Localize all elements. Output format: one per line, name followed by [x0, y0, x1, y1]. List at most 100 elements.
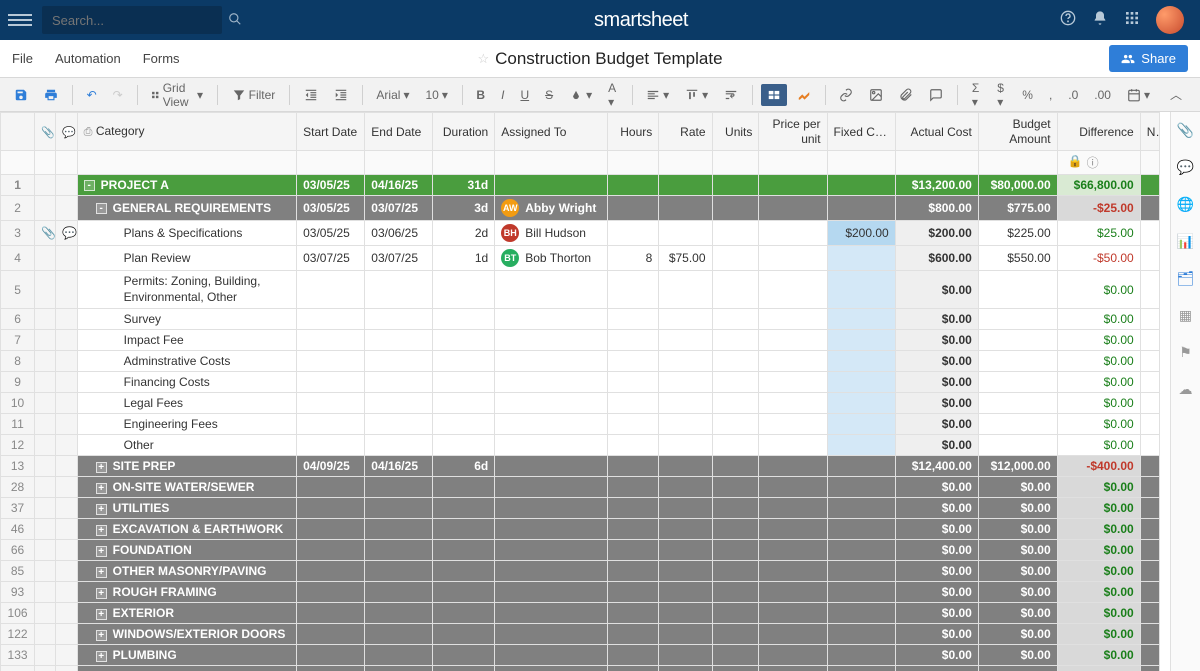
cell-rate[interactable] [659, 393, 712, 414]
help-icon[interactable] [1060, 10, 1076, 31]
cell-assigned[interactable] [495, 309, 608, 330]
cell-budget[interactable]: $0.00 [978, 477, 1057, 498]
cell-category[interactable]: +WINDOWS/EXTERIOR DOORS [77, 624, 296, 645]
cell-category[interactable]: -PROJECT A [77, 175, 296, 196]
cell-attach[interactable] [35, 435, 56, 456]
cell-rownum[interactable]: 122 [1, 624, 35, 645]
cell-assigned[interactable] [495, 561, 608, 582]
grid-row[interactable]: 122+WINDOWS/EXTERIOR DOORS$0.00$0.00$0.0… [1, 624, 1160, 645]
cell-diff[interactable]: $0.00 [1057, 351, 1140, 372]
cell-diff[interactable]: -$25.00 [1057, 196, 1140, 221]
apps-grid-icon[interactable] [1124, 10, 1140, 31]
cell-attach[interactable] [35, 540, 56, 561]
cell-category[interactable]: +UTILITIES [77, 498, 296, 519]
cell-duration[interactable] [433, 498, 495, 519]
cell-attach[interactable] [35, 372, 56, 393]
cell-rate[interactable] [659, 666, 712, 671]
cell-rownum[interactable]: 66 [1, 540, 35, 561]
grid-row[interactable]: 6Survey$0.00$0.00 [1, 309, 1160, 330]
panel-attach-icon[interactable]: 📎 [1177, 122, 1194, 139]
cell-attach[interactable] [35, 246, 56, 271]
cell-duration[interactable]: 1d [433, 246, 495, 271]
cell-start[interactable] [297, 666, 365, 671]
cell-assigned[interactable] [495, 271, 608, 309]
cell-units[interactable] [712, 351, 759, 372]
cell-attach[interactable] [35, 351, 56, 372]
cell-start[interactable]: 03/07/25 [297, 246, 365, 271]
thousands-icon[interactable]: , [1043, 84, 1058, 106]
cell-diff[interactable]: -$400.00 [1057, 456, 1140, 477]
cell-start[interactable]: 03/05/25 [297, 221, 365, 246]
cell-budget[interactable]: $0.00 [978, 603, 1057, 624]
cell-budget[interactable]: $80,000.00 [978, 175, 1057, 196]
cell-end[interactable] [365, 372, 433, 393]
cell-diff[interactable]: $0.00 [1057, 666, 1140, 671]
cell-comment[interactable] [56, 414, 77, 435]
cell-attach[interactable] [35, 624, 56, 645]
cell-budget[interactable]: $0.00 [978, 498, 1057, 519]
cell-assigned[interactable] [495, 624, 608, 645]
highlight-icon[interactable] [791, 84, 817, 106]
cell-assigned[interactable] [495, 330, 608, 351]
cell-actual[interactable]: $0.00 [895, 477, 978, 498]
cell-diff[interactable]: $66,800.00 [1057, 175, 1140, 196]
cell-rate[interactable] [659, 582, 712, 603]
cell-units[interactable] [712, 393, 759, 414]
cell-start[interactable] [297, 624, 365, 645]
cell-ppu[interactable] [759, 666, 827, 671]
cell-n[interactable] [1140, 221, 1159, 246]
cell-n[interactable] [1140, 330, 1159, 351]
cell-ppu[interactable] [759, 645, 827, 666]
cell-n[interactable] [1140, 540, 1159, 561]
cell-budget[interactable]: $0.00 [978, 624, 1057, 645]
grid-row[interactable]: 13+SITE PREP04/09/2504/16/256d$12,400.00… [1, 456, 1160, 477]
cell-actual[interactable]: $0.00 [895, 519, 978, 540]
cell-duration[interactable]: 6d [433, 456, 495, 477]
col-end[interactable]: End Date [365, 113, 433, 151]
cell-assigned[interactable]: AWAbby Wright [495, 196, 608, 221]
cell-end[interactable]: 04/16/25 [365, 456, 433, 477]
cell-diff[interactable]: $0.00 [1057, 540, 1140, 561]
cell-category[interactable]: Impact Fee [77, 330, 296, 351]
expand-icon[interactable]: + [96, 588, 107, 599]
cell-category[interactable]: +PLUMBING [77, 645, 296, 666]
cell-diff[interactable]: $25.00 [1057, 221, 1140, 246]
cell-ppu[interactable] [759, 372, 827, 393]
cell-budget[interactable] [978, 330, 1057, 351]
cell-start[interactable] [297, 582, 365, 603]
sheet-title[interactable]: Construction Budget Template [495, 49, 722, 69]
cell-hours[interactable] [608, 477, 659, 498]
cell-ppu[interactable] [759, 477, 827, 498]
cell-n[interactable] [1140, 645, 1159, 666]
cell-start[interactable] [297, 498, 365, 519]
cell-ppu[interactable] [759, 351, 827, 372]
cell-hours[interactable] [608, 561, 659, 582]
cell-budget[interactable]: $0.00 [978, 666, 1057, 671]
cell-fixed[interactable] [827, 309, 895, 330]
cell-comment[interactable] [56, 393, 77, 414]
expand-icon[interactable]: + [96, 525, 107, 536]
cell-start[interactable]: 03/05/25 [297, 175, 365, 196]
cell-end[interactable] [365, 540, 433, 561]
cell-actual[interactable]: $12,400.00 [895, 456, 978, 477]
link-icon[interactable] [833, 84, 859, 106]
cell-diff[interactable]: $0.00 [1057, 519, 1140, 540]
cell-n[interactable] [1140, 603, 1159, 624]
cell-diff[interactable]: $0.00 [1057, 435, 1140, 456]
grid-row[interactable]: 28+ON-SITE WATER/SEWER$0.00$0.00$0.00 [1, 477, 1160, 498]
col-diff[interactable]: Difference [1057, 113, 1140, 151]
cell-budget[interactable]: $0.00 [978, 519, 1057, 540]
cell-attach[interactable] [35, 603, 56, 624]
cell-units[interactable] [712, 309, 759, 330]
cell-actual[interactable]: $0.00 [895, 372, 978, 393]
panel-comment-icon[interactable]: 💬 [1177, 159, 1194, 176]
cell-actual[interactable]: $0.00 [895, 271, 978, 309]
grid-row[interactable]: 85+OTHER MASONRY/PAVING$0.00$0.00$0.00 [1, 561, 1160, 582]
cell-ppu[interactable] [759, 246, 827, 271]
col-hours[interactable]: Hours [608, 113, 659, 151]
cell-fixed[interactable] [827, 372, 895, 393]
cell-attach[interactable] [35, 561, 56, 582]
cell-actual[interactable]: $13,200.00 [895, 175, 978, 196]
cell-actual[interactable]: $0.00 [895, 330, 978, 351]
cell-comment[interactable] [56, 603, 77, 624]
